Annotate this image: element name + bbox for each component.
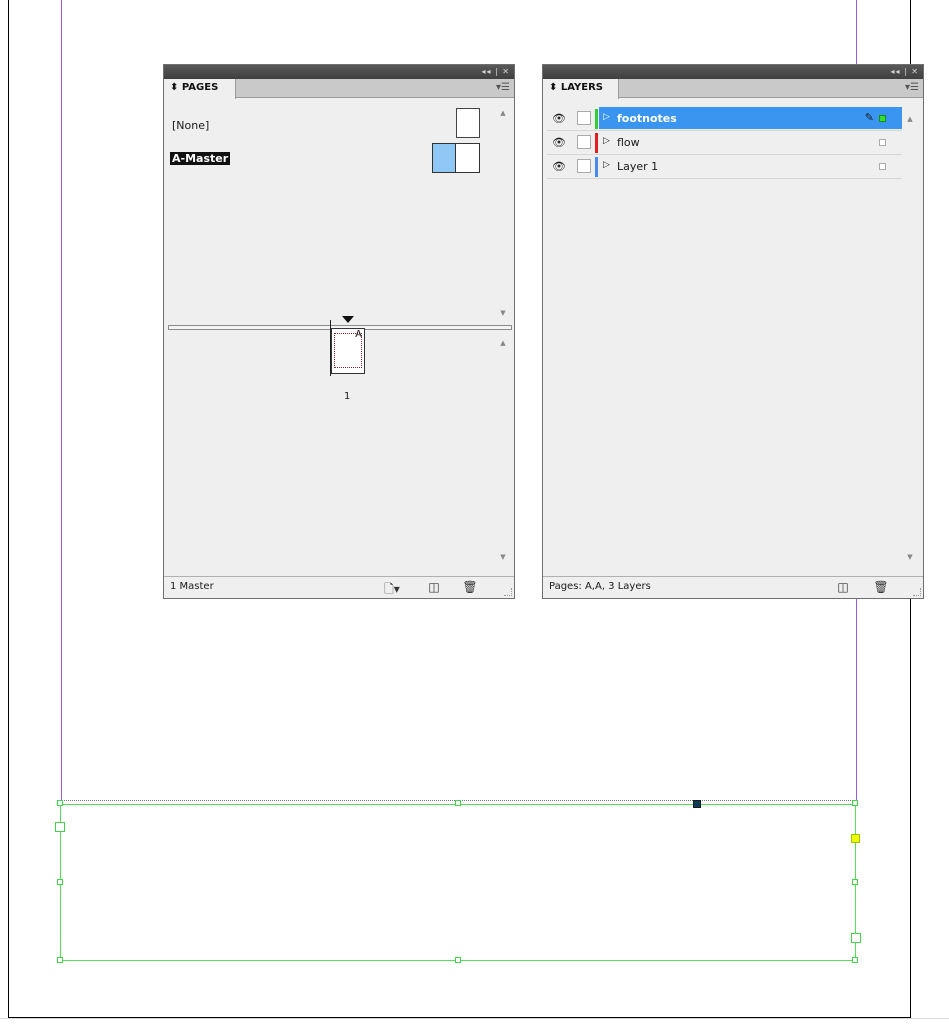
frame-content-indicator[interactable]	[851, 834, 860, 843]
layer-selection-square[interactable]	[879, 163, 886, 170]
expand-triangle-icon[interactable]: ▷	[603, 136, 610, 146]
layer-row-footnotes[interactable]: 👁 ▷ footnotes ✎	[547, 107, 902, 131]
layer-row-layer-1[interactable]: 👁 ▷ Layer 1	[547, 155, 902, 179]
double-chevron-left-icon[interactable]: ◂◂	[890, 67, 900, 76]
page-1-thumbnail[interactable]: A	[331, 328, 365, 374]
titlebar-controls: ◂◂ | ✕	[890, 67, 919, 76]
layers-panel-titlebar[interactable]: ◂◂ | ✕	[543, 65, 923, 79]
page-edge-left	[8, 0, 9, 1018]
spine-arrow-icon	[342, 316, 354, 323]
layer-row-flow[interactable]: 👁 ▷ flow	[547, 131, 902, 155]
page-number: 1	[344, 391, 351, 402]
layer-name[interactable]: footnotes	[617, 112, 677, 125]
frame-in-port[interactable]	[55, 822, 65, 832]
layer-color-swatch	[595, 133, 598, 153]
frame-handle-top-right[interactable]	[852, 800, 858, 806]
trash-icon[interactable]: 🗑	[873, 580, 889, 594]
tab-layers[interactable]: ⬍ LAYERS	[543, 79, 619, 99]
layer-name[interactable]: flow	[617, 136, 640, 149]
resize-grip-icon[interactable]	[504, 588, 512, 596]
text-frame[interactable]	[60, 804, 856, 961]
lock-toggle[interactable]	[577, 135, 591, 149]
frame-handle-middle-right[interactable]	[852, 879, 858, 885]
expand-triangle-icon[interactable]: ▷	[603, 160, 610, 170]
pages-panel: ◂◂ | ✕ ⬍ PAGES ▾☰ [None] A-Master ▲ ▼ A …	[163, 64, 515, 599]
panel-menu-icon[interactable]: ▾☰	[905, 82, 919, 93]
lock-toggle[interactable]	[577, 159, 591, 173]
scroll-down-arrow-icon[interactable]: ▼	[905, 553, 915, 561]
tab-toggle-icon: ⬍	[549, 82, 558, 93]
layer-selection-square[interactable]	[879, 139, 886, 146]
layer-selection-square[interactable]	[879, 115, 886, 122]
resize-grip-icon[interactable]	[913, 588, 921, 596]
new-page-icon[interactable]: ◫	[426, 580, 442, 594]
layer-name[interactable]: Layer 1	[617, 160, 658, 173]
pasteboard	[0, 1018, 949, 1032]
close-icon[interactable]: ✕	[911, 67, 919, 76]
pages-panel-footer: 1 Master 🗋▾ ◫ 🗑	[164, 576, 514, 598]
layers-panel: ◂◂ | ✕ ⬍ LAYERS ▾☰ 👁 ▷ footnotes ✎ 👁 ▷ f…	[542, 64, 924, 599]
new-layer-icon[interactable]: ◫	[835, 580, 851, 594]
anchored-object-marker[interactable]	[693, 800, 701, 808]
scroll-down-arrow-icon[interactable]: ▼	[498, 553, 508, 561]
lock-toggle[interactable]	[577, 111, 591, 125]
tab-layers-label: LAYERS	[560, 82, 604, 93]
trash-icon[interactable]: 🗑	[462, 580, 478, 594]
row-separator	[547, 178, 902, 179]
expand-triangle-icon[interactable]: ▷	[603, 112, 610, 122]
frame-handle-bottom-left[interactable]	[57, 957, 63, 963]
frame-handle-top-center[interactable]	[455, 800, 461, 806]
layer-color-swatch	[595, 157, 598, 177]
frame-handle-bottom-center[interactable]	[455, 957, 461, 963]
frame-handle-top-left[interactable]	[57, 800, 63, 806]
edit-page-size-icon[interactable]: 🗋▾	[384, 580, 400, 601]
frame-handle-middle-left[interactable]	[57, 879, 63, 885]
eye-icon[interactable]: 👁	[549, 159, 569, 175]
layer-status-label: Pages: A,A, 3 Layers	[549, 581, 651, 592]
frame-out-port[interactable]	[851, 933, 861, 943]
scroll-up-arrow-icon[interactable]: ▲	[498, 339, 508, 347]
layers-tab-row: ⬍ LAYERS ▾☰	[543, 79, 923, 99]
eye-icon[interactable]: 👁	[549, 135, 569, 151]
pen-icon: ✎	[864, 111, 874, 124]
frame-handle-bottom-right[interactable]	[852, 957, 858, 963]
page-master-prefix: A	[355, 329, 362, 340]
layers-panel-footer: Pages: A,A, 3 Layers ◫ 🗑	[543, 576, 923, 598]
margin-guide-left	[61, 0, 62, 800]
master-count-label: 1 Master	[170, 581, 214, 592]
scroll-up-arrow-icon[interactable]: ▲	[905, 115, 915, 123]
layer-color-swatch	[595, 109, 598, 129]
eye-icon[interactable]: 👁	[549, 111, 569, 127]
pages-section: A 1 ▲ ▼	[164, 65, 514, 598]
